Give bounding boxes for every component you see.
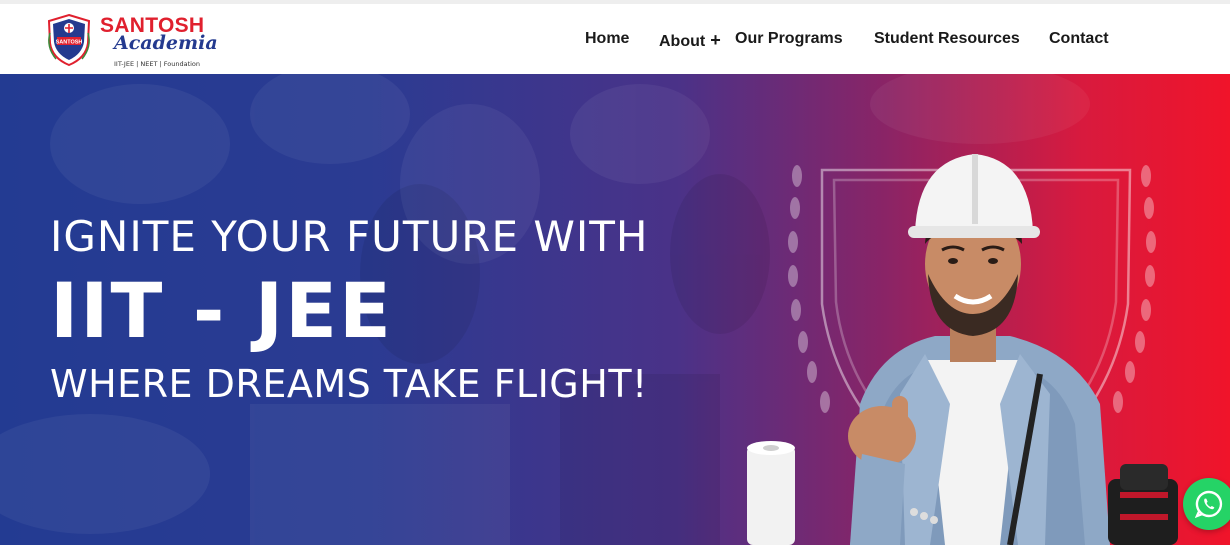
nav-home[interactable]: Home: [585, 30, 629, 48]
nav-contact[interactable]: Contact: [1049, 30, 1109, 48]
nav-about[interactable]: About +: [659, 30, 721, 51]
hero-illustration: [747, 154, 1178, 545]
svg-text:SANTOSH: SANTOSH: [56, 40, 83, 46]
blueprint-roll: [747, 441, 795, 545]
site-logo[interactable]: SANTOSH SANTOSH Academia IIT-JEE | NEET …: [44, 13, 219, 71]
whatsapp-icon: [1195, 490, 1223, 518]
nav-our-programs[interactable]: Our Programs: [735, 30, 843, 48]
nav-about-expand-icon[interactable]: +: [710, 30, 721, 50]
nav-student-resources[interactable]: Student Resources: [874, 30, 1020, 48]
left-laurel: [788, 165, 830, 413]
site-header: SANTOSH SANTOSH Academia IIT-JEE | NEET …: [0, 0, 1230, 74]
right-laurel: [1113, 165, 1156, 413]
logo-tagline: IIT-JEE | NEET | Foundation: [114, 60, 201, 68]
logo-subtitle: Academia: [114, 32, 218, 54]
whatsapp-button[interactable]: [1183, 478, 1230, 530]
nav-about-label: About: [659, 33, 706, 50]
logo-emblem-icon: SANTOSH: [47, 13, 91, 67]
hero-banner: IGNITE YOUR FUTURE WITH IIT - JEE WHERE …: [0, 74, 1230, 545]
